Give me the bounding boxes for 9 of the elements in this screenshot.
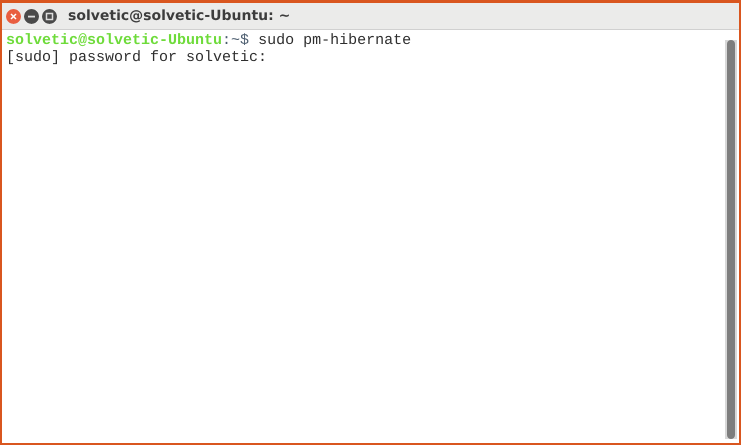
maximize-button[interactable]: [42, 8, 57, 24]
window-title: solvetic@solvetic-Ubuntu: ~: [68, 6, 290, 26]
prompt-path: :~$: [222, 32, 250, 49]
minimize-button[interactable]: [24, 8, 39, 24]
scrollbar[interactable]: [725, 40, 737, 439]
close-button[interactable]: [6, 8, 21, 24]
command-text: sudo pm-hibernate: [258, 32, 412, 49]
prompt-user-host: solvetic@solvetic-Ubuntu: [6, 32, 222, 49]
output-text: [sudo] password for solvetic:: [6, 49, 268, 66]
